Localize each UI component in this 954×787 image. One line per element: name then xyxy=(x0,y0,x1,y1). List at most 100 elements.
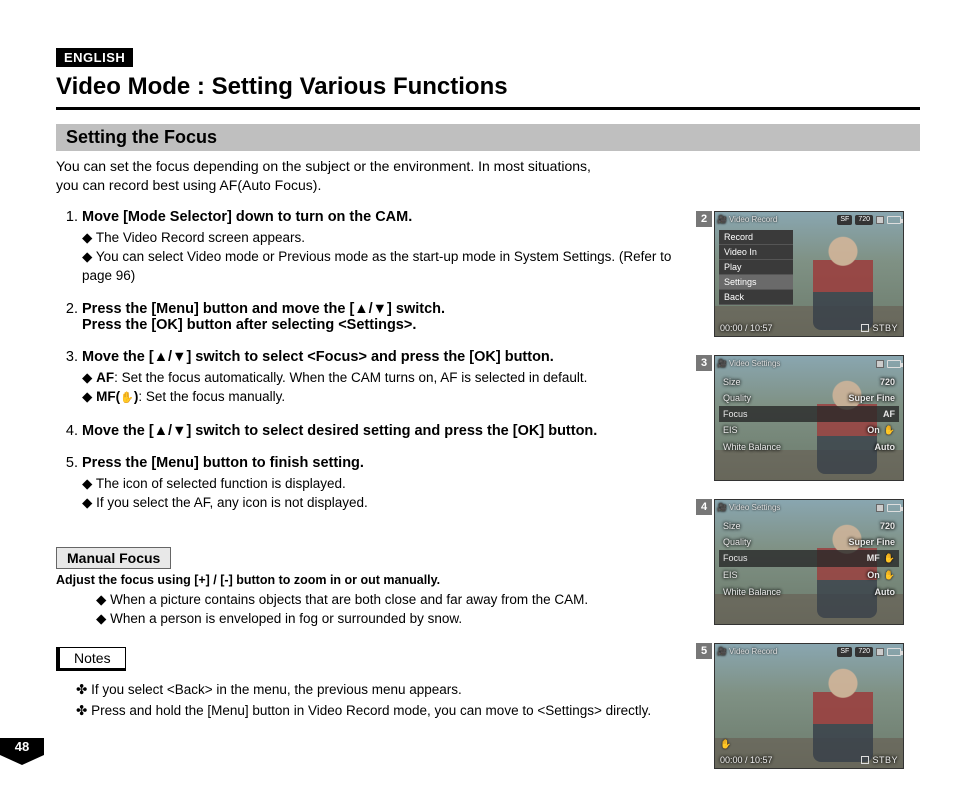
s4-row-quality[interactable]: QualitySuper Fine xyxy=(719,534,899,550)
s5-time: 00:00 / 10:57 xyxy=(720,755,773,765)
s2-b: ] switch. xyxy=(387,301,445,317)
s4-row-focus[interactable]: FocusMF✋ xyxy=(719,550,899,567)
step-5-subs: The icon of selected function is display… xyxy=(82,475,696,513)
page-number: 48 xyxy=(0,738,44,755)
s2-menu-back[interactable]: Back xyxy=(719,290,793,305)
s3-row-wb[interactable]: White BalanceAuto xyxy=(719,439,899,455)
camcorder-icon: 🎥 xyxy=(717,359,727,368)
af-label: AF xyxy=(96,370,114,385)
s2-time: 00:00 / 10:57 xyxy=(720,323,773,333)
page-number-tab: 48 xyxy=(0,738,44,765)
step-1-sub-1: The Video Record screen appears. xyxy=(82,229,696,248)
mflead-a: Adjust the focus using [ xyxy=(56,573,198,587)
step-5-sub-1: The icon of selected function is display… xyxy=(82,475,696,494)
updown-switch-icon: ▲/▼ xyxy=(154,423,187,439)
notes-heading: Notes xyxy=(56,647,126,671)
camcorder-icon: 🎥 xyxy=(717,503,727,512)
s4-a: Move the [ xyxy=(82,423,154,439)
s3-row-focus[interactable]: FocusAF xyxy=(719,406,899,422)
mf-bullet-1: When a picture contains objects that are… xyxy=(96,591,696,610)
battery-icon xyxy=(887,648,901,656)
s3-row-eis[interactable]: EISOn✋ xyxy=(719,422,899,439)
s2-menu-record[interactable]: Record xyxy=(719,230,793,245)
language-badge: ENGLISH xyxy=(56,48,133,67)
step-5-heading: Press the [Menu] button to finish settin… xyxy=(82,455,364,471)
hand-icon: ✋ xyxy=(884,425,895,435)
stop-square-icon xyxy=(861,756,869,764)
manual-focus-heading: Manual Focus xyxy=(56,547,171,569)
intro-line-2: you can record best using AF(Auto Focus)… xyxy=(56,177,321,193)
step-3-sub-mf: MF(✋): Set the focus manually. xyxy=(82,388,696,407)
s3-row-quality[interactable]: QualitySuper Fine xyxy=(719,390,899,406)
s5-title: Video Record xyxy=(729,647,777,656)
step-1-heading: Move [Mode Selector] down to turn on the… xyxy=(82,209,412,225)
step-3-subs: AF: Set the focus automatically. When th… xyxy=(82,369,696,407)
step-3-sub-af: AF: Set the focus automatically. When th… xyxy=(82,369,696,388)
s5-pill-sf: SF xyxy=(837,647,852,657)
screenshot-5: 5 🎥 Video Record SF 720 ✋ 00:00 / 10:57 … xyxy=(714,643,920,769)
notes-list: If you select <Back> in the menu, the pr… xyxy=(56,679,696,722)
s4-row-eis[interactable]: EISOn✋ xyxy=(719,567,899,584)
battery-icon xyxy=(887,360,901,368)
s3-row-size[interactable]: Size720 xyxy=(719,374,899,390)
camcorder-icon: 🎥 xyxy=(717,647,727,656)
s4-row-size[interactable]: Size720 xyxy=(719,518,899,534)
steps-list: Move [Mode Selector] down to turn on the… xyxy=(56,209,696,513)
battery-icon xyxy=(887,216,901,224)
screenshot-4-number: 4 xyxy=(696,499,712,515)
s2-menu-play[interactable]: Play xyxy=(719,260,793,275)
s2-pill-sf: SF xyxy=(837,215,852,225)
intro-text: You can set the focus depending on the s… xyxy=(56,157,696,195)
step-2-heading: Press the [Menu] button and move the [▲/… xyxy=(82,301,445,333)
screenshot-3: 3 🎥 Video Settings Size720 QualitySuper … xyxy=(714,355,920,481)
s4-settings: Size720 QualitySuper Fine FocusMF✋ EISOn… xyxy=(719,518,899,600)
hand-icon: ✋ xyxy=(884,553,895,563)
s4-row-wb[interactable]: White BalanceAuto xyxy=(719,584,899,600)
s5-pill-720: 720 xyxy=(855,647,873,657)
s4-title: Video Settings xyxy=(729,503,780,512)
s5-stby: STBY xyxy=(872,755,898,765)
s4-b: ] switch to select desired setting and p… xyxy=(186,423,597,439)
stop-icon xyxy=(876,216,884,224)
mf-hand-icon: ✋ xyxy=(720,739,731,750)
screenshot-5-number: 5 xyxy=(696,643,712,659)
manual-focus-bullets: When a picture contains objects that are… xyxy=(56,591,696,629)
step-4: Move the [▲/▼] switch to select desired … xyxy=(82,423,696,439)
screenshot-3-number: 3 xyxy=(696,355,712,371)
mflead-mid: ] / [ xyxy=(206,573,225,587)
step-4-heading: Move the [▲/▼] switch to select desired … xyxy=(82,423,597,439)
s2-menu-videoin[interactable]: Video In xyxy=(719,245,793,260)
mf-bullet-2: When a person is enveloped in fog or sur… xyxy=(96,610,696,629)
intro-line-1: You can set the focus depending on the s… xyxy=(56,158,591,174)
step-1: Move [Mode Selector] down to turn on the… xyxy=(82,209,696,286)
step-1-subs: The Video Record screen appears. You can… xyxy=(82,229,696,286)
s3-title: Video Settings xyxy=(729,359,780,368)
mf-desc: : Set the focus manually. xyxy=(138,389,285,404)
plus-icon: + xyxy=(198,573,205,587)
stop-icon xyxy=(876,360,884,368)
updown-switch-icon: ▲/▼ xyxy=(354,301,387,317)
step-2: Press the [Menu] button and move the [▲/… xyxy=(82,301,696,333)
step-3-heading: Move the [▲/▼] switch to select <Focus> … xyxy=(82,349,554,365)
step-1-sub-2: You can select Video mode or Previous mo… xyxy=(82,248,696,286)
note-2: Press and hold the [Menu] button in Vide… xyxy=(76,700,696,722)
title-rule xyxy=(56,107,920,110)
step-5: Press the [Menu] button to finish settin… xyxy=(82,455,696,513)
mf-label: MF( xyxy=(96,389,120,404)
battery-icon xyxy=(887,504,901,512)
hand-icon: ✋ xyxy=(884,570,895,580)
note-1: If you select <Back> in the menu, the pr… xyxy=(76,679,696,701)
screenshot-2-number: 2 xyxy=(696,211,712,227)
af-desc: : Set the focus automatically. When the … xyxy=(114,370,587,385)
manual-focus-lead: Adjust the focus using [+] / [-] button … xyxy=(56,573,696,587)
section-heading: Setting the Focus xyxy=(56,124,920,151)
step-3: Move the [▲/▼] switch to select <Focus> … xyxy=(82,349,696,407)
s2-line2: Press the [OK] button after selecting <S… xyxy=(82,317,416,333)
step-5-sub-2: If you select the AF, any icon is not di… xyxy=(82,494,696,513)
stop-icon xyxy=(876,504,884,512)
page-number-arrow-icon xyxy=(0,755,44,765)
mflead-b: ] button to zoom in or out manually. xyxy=(229,573,441,587)
s2-title: Video Record xyxy=(729,215,777,224)
s2-menu-settings[interactable]: Settings xyxy=(719,275,793,290)
s2-a: Press the [Menu] button and move the [ xyxy=(82,301,354,317)
